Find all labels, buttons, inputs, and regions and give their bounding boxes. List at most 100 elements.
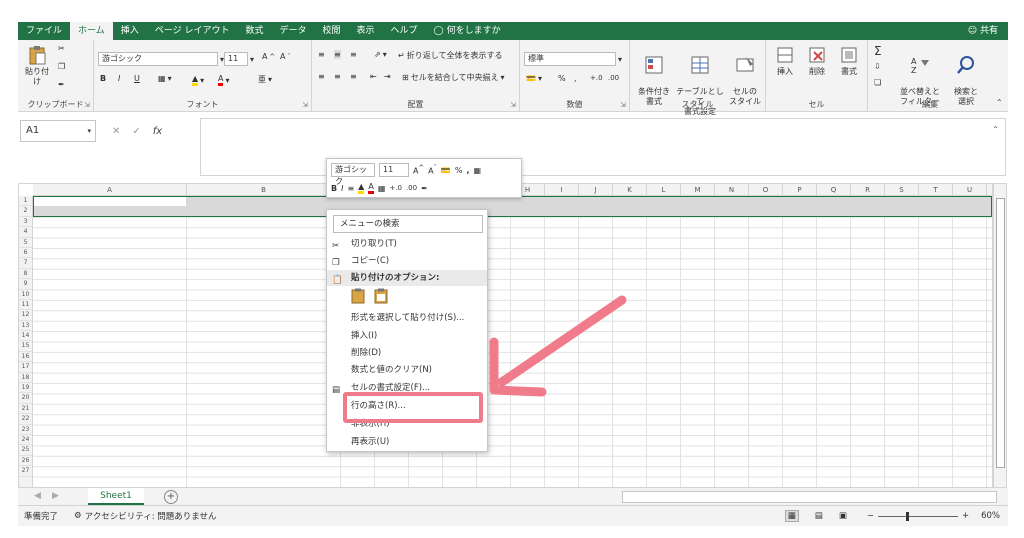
page-break-view-icon[interactable]: ▣ xyxy=(839,511,847,521)
column-header-k[interactable]: K xyxy=(613,184,647,196)
italic-button[interactable]: I xyxy=(118,74,120,83)
align-right-button[interactable]: ≡ xyxy=(350,72,357,81)
fill-color-button[interactable]: ▲ ▾ xyxy=(192,74,204,86)
column-header-r[interactable]: R xyxy=(851,184,885,196)
row-header-11[interactable]: 11 xyxy=(19,300,32,311)
insert-function-button[interactable]: fx xyxy=(153,126,162,137)
row-header-1[interactable]: 1 xyxy=(19,196,32,207)
mini-border-icon[interactable]: ▦ xyxy=(378,184,386,193)
column-header-i[interactable]: I xyxy=(545,184,579,196)
horizontal-scrollbar[interactable] xyxy=(622,491,997,503)
menu-item-cut[interactable]: ✂ 切り取り(T) xyxy=(327,236,487,252)
row-header-7[interactable]: 7 xyxy=(19,258,32,269)
menu-item-insert[interactable]: 挿入(I) xyxy=(327,328,487,344)
cell-styles-button[interactable]: セルの スタイル xyxy=(726,44,764,107)
tab-insert[interactable]: 挿入 xyxy=(113,22,147,40)
zoom-out-button[interactable]: − xyxy=(867,511,874,521)
mini-decrease-decimal-button[interactable]: .00 xyxy=(406,184,417,192)
row-header-4[interactable]: 4 xyxy=(19,227,32,238)
align-left-button[interactable]: ≡ xyxy=(318,72,325,81)
mini-format-painter-icon[interactable]: ✒ xyxy=(421,184,428,193)
share-button[interactable]: ☺ 共有 xyxy=(968,22,998,40)
autosum-button[interactable]: Σ xyxy=(874,44,882,58)
vertical-scrollbar[interactable] xyxy=(993,183,1007,488)
mini-percent-button[interactable]: % xyxy=(455,166,463,175)
menu-item-copy[interactable]: ❐ コピー(C) xyxy=(327,253,487,269)
paste-values-icon[interactable] xyxy=(374,288,388,304)
add-sheet-button[interactable]: + xyxy=(164,490,178,504)
column-header-q[interactable]: Q xyxy=(817,184,851,196)
shrink-font-button[interactable]: Aˇ xyxy=(280,52,291,61)
conditional-format-button[interactable]: 条件付き 書式 xyxy=(634,44,674,107)
merge-center-button[interactable]: ⊞ セルを結合して中央揃え ▾ xyxy=(402,72,504,83)
column-header-s[interactable]: S xyxy=(885,184,919,196)
row-header-14[interactable]: 14 xyxy=(19,331,32,342)
row-header-6[interactable]: 6 xyxy=(19,248,32,259)
decrease-indent-button[interactable]: ⇤ xyxy=(370,72,377,81)
row-header-24[interactable]: 24 xyxy=(19,435,32,446)
mini-font-color-icon[interactable]: A xyxy=(368,182,374,194)
decrease-decimal-button[interactable]: .00 xyxy=(608,74,619,82)
grow-font-button[interactable]: A ^ xyxy=(262,52,275,61)
cancel-icon[interactable]: ✕ xyxy=(112,126,120,137)
find-select-button[interactable]: 検索と 選択 xyxy=(946,44,986,107)
menu-item-unhide[interactable]: 再表示(U) xyxy=(327,434,487,450)
orientation-button[interactable]: ⇗ ▾ xyxy=(374,50,387,59)
increase-indent-button[interactable]: ⇥ xyxy=(384,72,391,81)
tab-formulas[interactable]: 数式 xyxy=(237,22,271,40)
mini-increase-decimal-button[interactable]: +.0 xyxy=(389,184,402,192)
mini-bold-button[interactable]: B xyxy=(331,184,337,193)
fill-button[interactable]: ⇩ xyxy=(874,62,881,71)
mini-comma-button[interactable]: , xyxy=(466,166,469,175)
mini-font-name[interactable]: 游ゴシック xyxy=(331,163,375,186)
zoom-slider[interactable] xyxy=(877,511,958,521)
menu-item-clear-contents[interactable]: 数式と値のクリア(N) xyxy=(327,362,487,378)
delete-cells-button[interactable]: 削除 xyxy=(802,44,832,77)
normal-view-icon[interactable]: ▦ xyxy=(784,510,799,522)
bottom-align-button[interactable]: ≡ xyxy=(350,50,357,59)
column-header-l[interactable]: L xyxy=(647,184,681,196)
row-header-18[interactable]: 18 xyxy=(19,373,32,384)
align-center-button[interactable]: ≡ xyxy=(334,72,341,81)
row-header-26[interactable]: 26 xyxy=(19,456,32,467)
menu-item-delete[interactable]: 削除(D) xyxy=(327,345,487,361)
row-header-23[interactable]: 23 xyxy=(19,425,32,435)
number-format-select[interactable]: 標準 ▾ xyxy=(524,52,622,66)
mini-format-cells-icon[interactable]: ▦ xyxy=(474,166,482,175)
increase-decimal-button[interactable]: +.0 xyxy=(590,74,603,82)
top-align-button[interactable]: ≡ xyxy=(318,50,325,59)
tab-view[interactable]: 表示 xyxy=(349,22,383,40)
cut-button[interactable]: ✂ xyxy=(58,44,65,53)
row-header-2[interactable]: 2 xyxy=(19,206,32,217)
tab-help[interactable]: ヘルプ xyxy=(383,22,426,40)
row-header-22[interactable]: 22 xyxy=(19,414,32,425)
chevron-up-icon[interactable]: ⌃ xyxy=(992,125,999,134)
row-header-25[interactable]: 25 xyxy=(19,445,32,456)
tab-home[interactable]: ホーム xyxy=(70,22,113,40)
percent-button[interactable]: % xyxy=(558,74,566,83)
column-header-a[interactable]: A xyxy=(33,184,187,196)
underline-button[interactable]: U xyxy=(134,74,140,83)
menu-search-input[interactable]: メニューの検索 xyxy=(333,215,483,233)
column-header-o[interactable]: O xyxy=(749,184,783,196)
column-header-j[interactable]: J xyxy=(579,184,613,196)
column-header-t[interactable]: T xyxy=(919,184,953,196)
zoom-level[interactable]: 60% xyxy=(981,511,1000,521)
mini-align-center-icon[interactable]: ≡ xyxy=(347,184,354,193)
page-layout-view-icon[interactable]: ▤ xyxy=(815,511,823,521)
sort-filter-button[interactable]: AZ 並べ替えと フィルター xyxy=(898,44,942,107)
active-cell[interactable] xyxy=(34,197,186,206)
row-header-3[interactable]: 3 xyxy=(19,217,32,228)
tab-file[interactable]: ファイル xyxy=(18,22,70,40)
row-header-9[interactable]: 9 xyxy=(19,279,32,290)
row-header-5[interactable]: 5 xyxy=(19,238,32,248)
paste-button[interactable]: 貼り付け xyxy=(22,44,52,87)
row-header-8[interactable]: 8 xyxy=(19,269,32,280)
row-header-21[interactable]: 21 xyxy=(19,404,32,415)
next-sheet-icon[interactable]: ▶ xyxy=(52,491,59,501)
vertical-scroll-thumb[interactable] xyxy=(996,198,1005,468)
mini-fill-bucket-icon[interactable]: ▲ xyxy=(358,182,365,194)
insert-cells-button[interactable]: 挿入 xyxy=(770,44,800,77)
middle-align-button[interactable]: ≡ xyxy=(334,50,341,59)
menu-item-paste-special[interactable]: 形式を選択して貼り付け(S)... xyxy=(327,310,487,326)
